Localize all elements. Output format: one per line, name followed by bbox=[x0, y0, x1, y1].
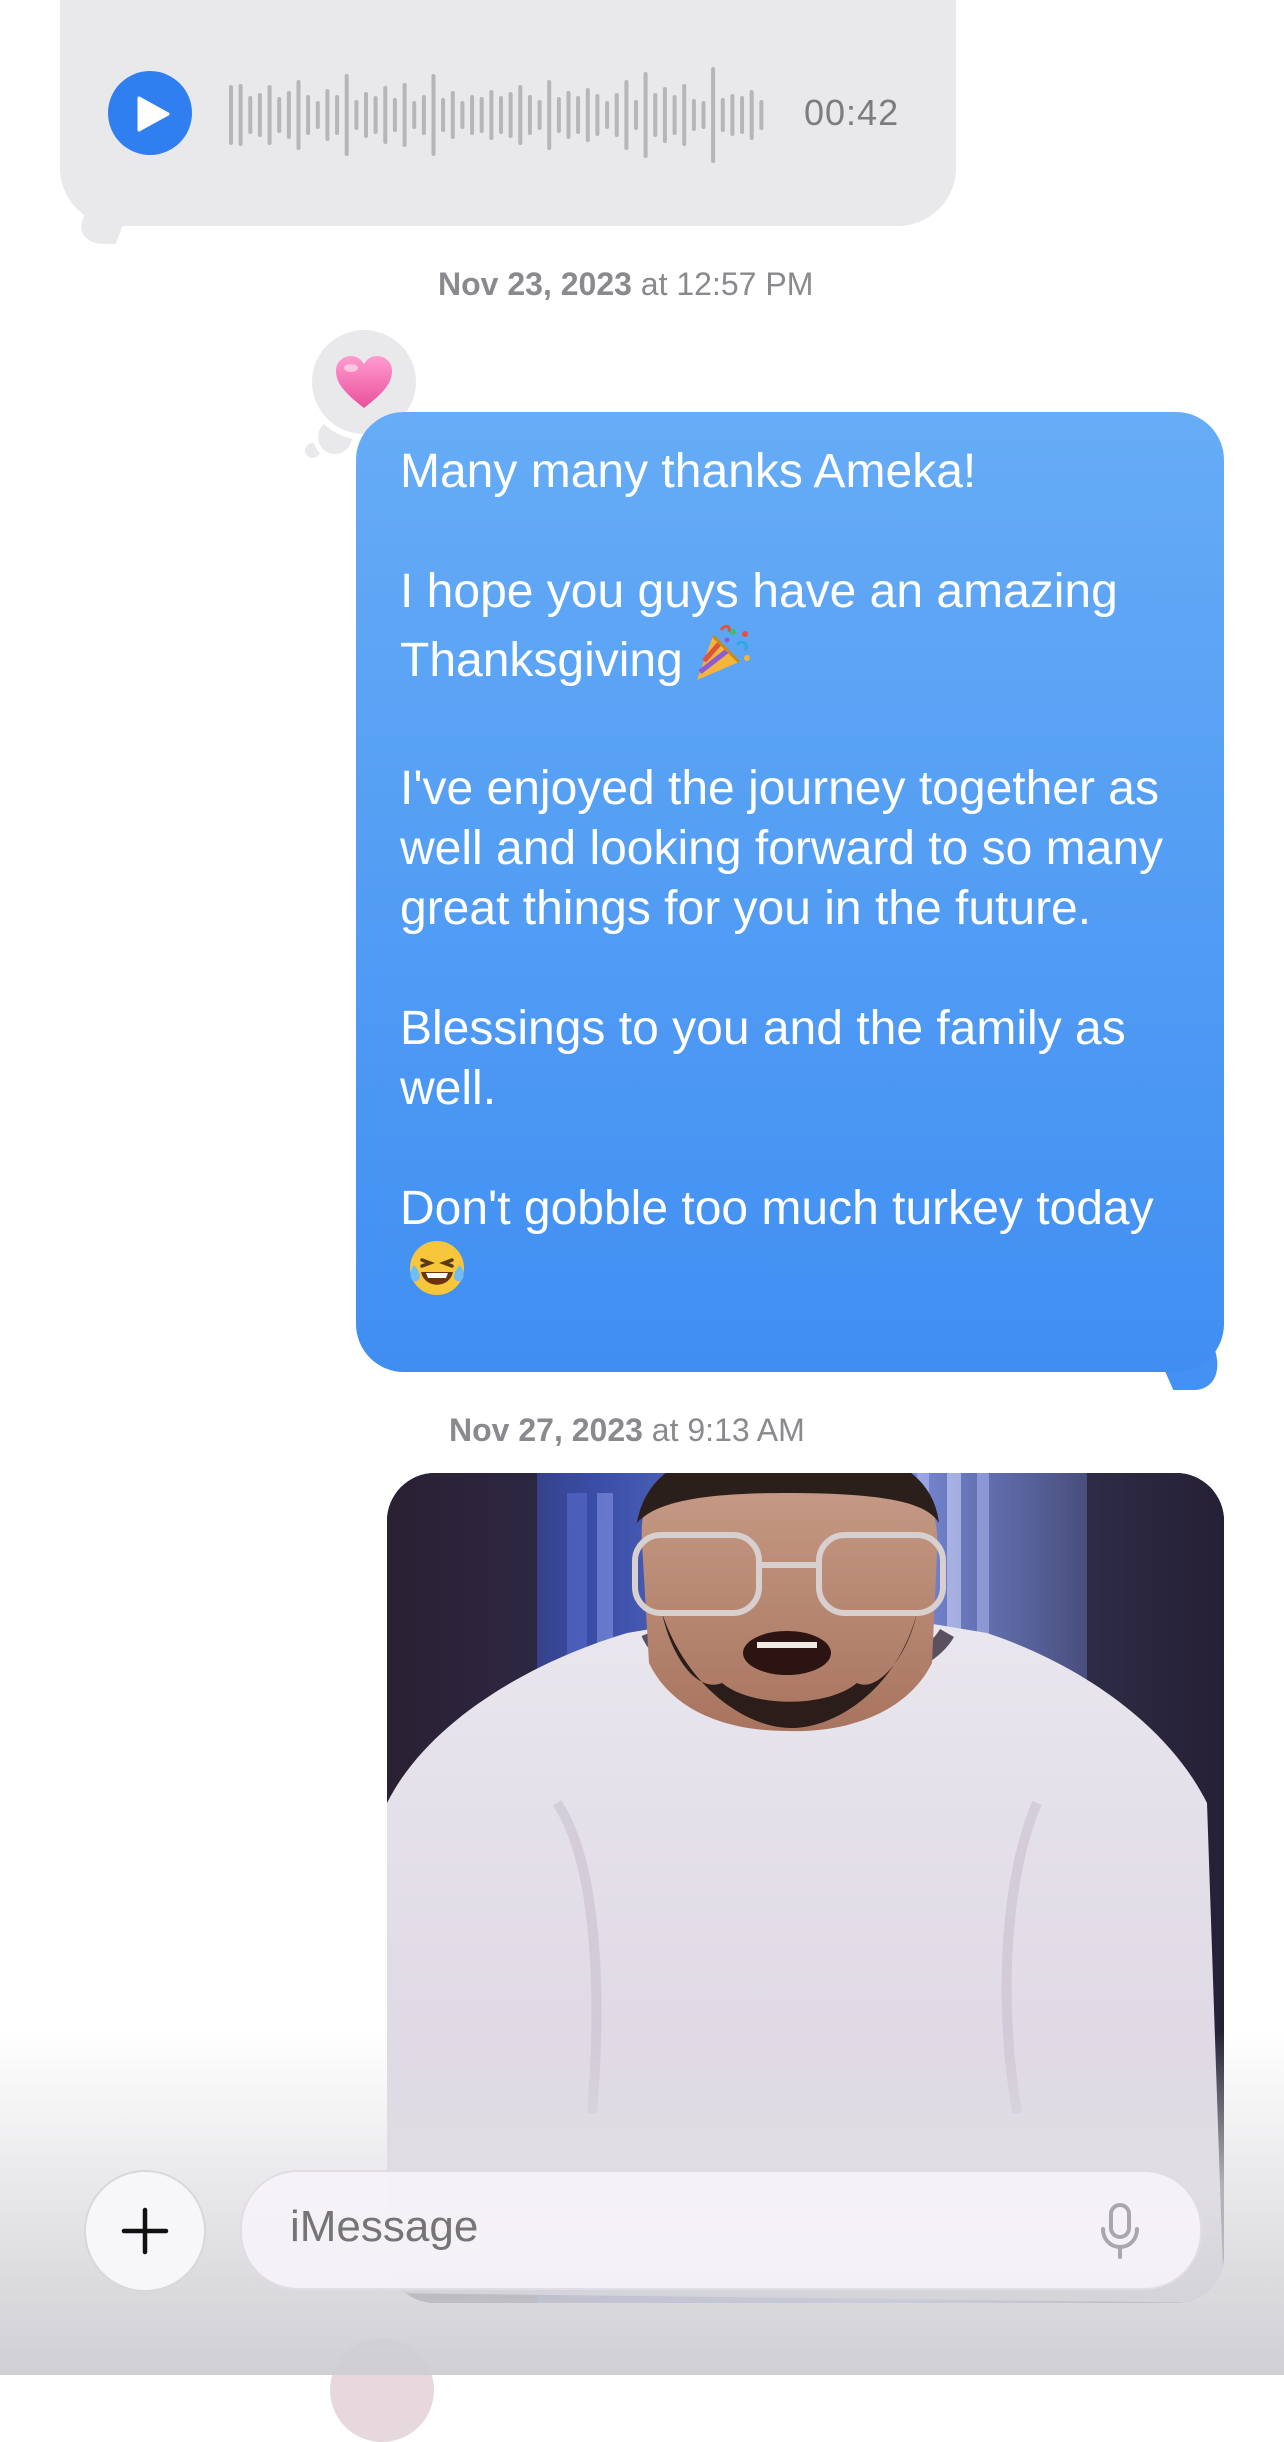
waveform-bar bbox=[576, 96, 581, 134]
waveform-bar bbox=[450, 91, 455, 139]
waveform-bar bbox=[479, 97, 484, 133]
waveform-bar bbox=[267, 85, 272, 145]
waveform-bar bbox=[643, 72, 648, 158]
waveform-bar bbox=[730, 94, 735, 136]
play-button[interactable] bbox=[108, 71, 192, 155]
waveform-bar bbox=[672, 95, 677, 135]
waveform-bar bbox=[556, 97, 561, 133]
waveform-bar bbox=[527, 95, 532, 135]
waveform-bar bbox=[325, 89, 330, 141]
waveform-bar bbox=[460, 101, 465, 129]
message-input[interactable] bbox=[290, 2202, 1050, 2252]
timestamp-date: Nov 23, 2023 bbox=[438, 266, 632, 302]
waveform-bar bbox=[286, 91, 291, 139]
waveform-bar bbox=[441, 98, 446, 132]
waveform-bar bbox=[566, 91, 571, 139]
message-composer[interactable] bbox=[240, 2170, 1202, 2290]
timestamp: Nov 23, 2023 at 12:57 PM bbox=[438, 266, 813, 303]
waveform-bar bbox=[595, 94, 600, 136]
waveform-bar bbox=[306, 95, 311, 135]
waveform-bar bbox=[749, 90, 754, 140]
waveform-bar bbox=[653, 93, 658, 137]
waveform-bar bbox=[624, 80, 629, 150]
timestamp-date: Nov 27, 2023 bbox=[449, 1412, 643, 1448]
heart-icon bbox=[336, 356, 392, 408]
waveform-bar bbox=[248, 96, 253, 134]
outgoing-message-bubble[interactable]: Many many thanks Ameka! I hope you guys … bbox=[356, 412, 1224, 1372]
waveform-bar bbox=[344, 74, 349, 156]
message-paragraph: Many many thanks Ameka! bbox=[400, 445, 977, 498]
waveform-bar bbox=[662, 87, 667, 143]
tapback-dot bbox=[305, 443, 320, 458]
plus-icon bbox=[121, 2207, 169, 2255]
waveform-bar bbox=[421, 95, 426, 135]
waveform-bar bbox=[701, 101, 706, 129]
message-text: Many many thanks Ameka! I hope you guys … bbox=[400, 442, 1200, 1312]
waveform-bar bbox=[364, 92, 368, 138]
waveform-bar bbox=[412, 101, 417, 129]
waveform-bar bbox=[499, 96, 503, 134]
timestamp-time: at 12:57 PM bbox=[640, 266, 814, 302]
waveform-bar bbox=[373, 96, 378, 134]
waveform-bar bbox=[508, 92, 513, 138]
waveform-bar bbox=[585, 88, 590, 142]
waveform-bar bbox=[229, 85, 233, 145]
waveform-bar bbox=[335, 95, 340, 135]
voice-bubble-tail bbox=[73, 210, 129, 244]
party-popper-icon bbox=[691, 622, 753, 699]
waveform-bar bbox=[489, 90, 494, 140]
audio-waveform[interactable] bbox=[228, 60, 768, 170]
message-paragraph: Don't gobble too much turkey today bbox=[400, 1179, 1200, 1312]
waveform-bar bbox=[740, 96, 745, 134]
waveform-bar bbox=[383, 86, 388, 144]
waveform-bar bbox=[711, 67, 716, 163]
timestamp: Nov 27, 2023 at 9:13 AM bbox=[449, 1412, 805, 1449]
waveform-bar bbox=[634, 100, 638, 130]
message-paragraph: I hope you guys have an amazing Thanksgi… bbox=[400, 562, 1200, 699]
microphone-icon[interactable] bbox=[1098, 2202, 1142, 2260]
add-attachment-button[interactable] bbox=[84, 2170, 206, 2292]
message-paragraph: I've enjoyed the journey together as wel… bbox=[400, 762, 1164, 935]
waveform-bar bbox=[238, 84, 243, 146]
waveform-bar bbox=[354, 100, 359, 130]
waveform-bar bbox=[277, 97, 282, 133]
waveform-bar bbox=[547, 80, 552, 150]
waveform-bar bbox=[682, 84, 687, 146]
waveform-bar bbox=[614, 93, 619, 137]
waveform-bar bbox=[402, 83, 407, 147]
message-paragraph: Blessings to you and the family as well. bbox=[400, 1002, 1126, 1115]
voice-duration: 00:42 bbox=[804, 92, 900, 133]
timestamp-time: at 9:13 AM bbox=[651, 1412, 805, 1448]
waveform-bar bbox=[470, 95, 475, 135]
waveform-bar bbox=[392, 98, 397, 132]
tears-of-joy-icon bbox=[408, 1239, 466, 1312]
waveform-bar bbox=[537, 100, 542, 130]
message-paragraph-text: I hope you guys have an amazing Thanksgi… bbox=[400, 565, 1118, 687]
waveform-bar bbox=[296, 80, 301, 150]
waveform-bar bbox=[720, 98, 725, 132]
waveform-bar bbox=[605, 101, 610, 129]
waveform-bar bbox=[518, 85, 523, 145]
waveform-bar bbox=[759, 100, 764, 130]
play-icon bbox=[137, 96, 170, 132]
waveform-bar bbox=[431, 74, 436, 156]
message-paragraph-text: Don't gobble too much turkey today bbox=[400, 1182, 1154, 1235]
waveform-bar bbox=[257, 93, 262, 137]
waveform-bar bbox=[315, 101, 320, 129]
voice-message-bubble[interactable]: 00:42 bbox=[60, 0, 956, 226]
waveform-bar bbox=[691, 99, 696, 131]
